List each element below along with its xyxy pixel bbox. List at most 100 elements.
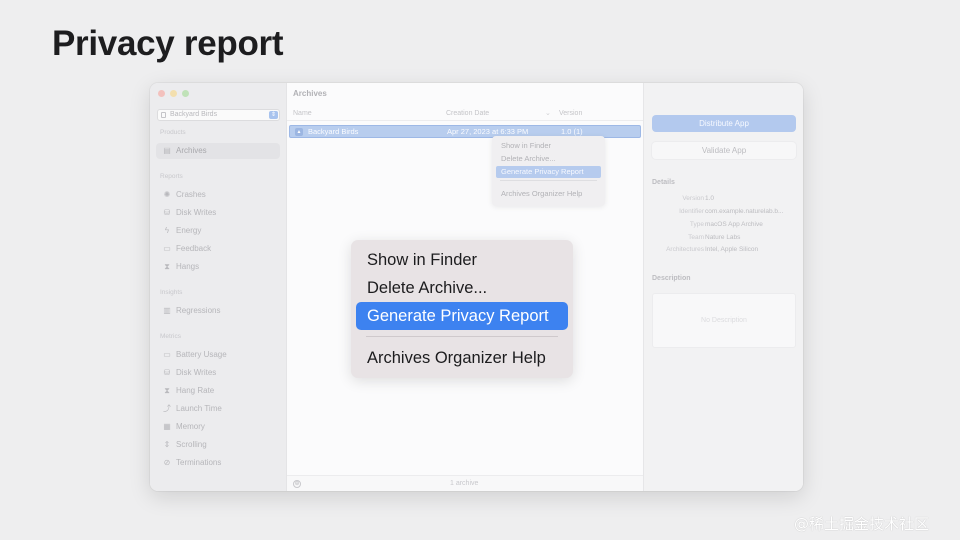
battery-icon: ▭ — [163, 350, 171, 359]
slide-title: Privacy report — [52, 24, 284, 63]
description-field[interactable]: No Description — [652, 293, 796, 348]
sidebar-item-regressions[interactable]: ▥ Regressions — [156, 303, 280, 319]
sidebar-item-label: Disk Writes — [176, 208, 217, 217]
pane-title: Archives — [293, 89, 327, 98]
detail-value: macOS App Archive — [705, 221, 763, 228]
disk-icon: ⛁ — [163, 208, 171, 217]
menu-item-generate-privacy-report[interactable]: Generate Privacy Report — [356, 302, 568, 330]
menu-item-delete-archive[interactable]: Delete Archive... — [356, 274, 568, 302]
sidebar-item-memory[interactable]: ▦ Memory — [156, 419, 280, 435]
menu-item-delete-archive[interactable]: Delete Archive... — [496, 153, 601, 165]
menu-item-show-in-finder[interactable]: Show in Finder — [356, 246, 568, 274]
sidebar-item-label: Disk Writes — [176, 368, 217, 377]
sidebar-item-label: Battery Usage — [176, 350, 227, 359]
archive-count: 1 archive — [450, 480, 479, 487]
detail-value: Nature Labs — [705, 234, 741, 241]
sidebar-item-feedback[interactable]: ▭ Feedback — [156, 241, 280, 257]
minimize-window-button[interactable] — [170, 90, 177, 97]
detail-key: Version — [682, 195, 704, 202]
sidebar-item-archives[interactable]: ▤ Archives — [156, 143, 280, 159]
sidebar: Backyard Birds ⇕ Products ▤ Archives Rep… — [150, 83, 287, 491]
sidebar-item-label: Memory — [176, 422, 205, 431]
chart-icon: ▥ — [163, 306, 171, 315]
sidebar-section-header: Metrics — [160, 333, 181, 340]
validate-app-button[interactable]: Validate App — [652, 142, 796, 159]
sidebar-item-crashes[interactable]: ✺ Crashes — [156, 187, 280, 203]
description-placeholder: No Description — [701, 317, 747, 324]
detail-value: com.example.naturelab.b... — [705, 208, 784, 215]
status-bar: ⊕ 1 archive — [287, 475, 643, 491]
filter-icon[interactable]: ⊕ — [293, 480, 301, 488]
detail-row: Type macOS App Archive — [644, 221, 803, 231]
sidebar-item-label: Hang Rate — [176, 386, 215, 395]
row-name: Backyard Birds — [308, 127, 359, 136]
row-date: Apr 27, 2023 at 6:33 PM — [447, 127, 529, 136]
sidebar-item-terminations[interactable]: ⊘ Terminations — [156, 455, 280, 471]
column-header-creation-date[interactable]: Creation Date — [446, 110, 489, 117]
hourglass-icon: ⧗ — [164, 262, 170, 271]
detail-row: Identifier com.example.naturelab.b... — [644, 208, 803, 218]
column-header-name[interactable]: Name — [293, 110, 312, 117]
sidebar-item-label: Crashes — [176, 190, 206, 199]
zoom-window-button[interactable] — [182, 90, 189, 97]
detail-key: Type — [689, 221, 704, 228]
column-header-version[interactable]: Version — [559, 110, 582, 117]
termination-icon: ⊘ — [163, 458, 171, 467]
app-scheme-icon — [161, 112, 166, 118]
sidebar-item-energy[interactable]: ϟ Energy — [156, 223, 280, 239]
scheme-selector[interactable]: Backyard Birds ⇕ — [157, 109, 280, 121]
scheme-label: Backyard Birds — [170, 111, 218, 118]
detail-value: 1.0 — [705, 195, 715, 202]
details-header: Details — [652, 179, 675, 186]
sidebar-item-label: Launch Time — [176, 404, 222, 413]
feedback-icon: ▭ — [163, 244, 171, 253]
detail-row: Team Nature Labs — [644, 234, 803, 244]
sidebar-item-label: Feedback — [176, 244, 212, 253]
sidebar-item-launch-time[interactable]: ⤴ Launch Time — [156, 401, 280, 417]
sidebar-section-header: Reports — [160, 173, 183, 180]
detail-key: Identifier — [679, 208, 704, 215]
disk-icon: ⛁ — [163, 368, 171, 377]
sidebar-item-label: Scrolling — [176, 440, 207, 449]
close-window-button[interactable] — [158, 90, 165, 97]
sidebar-item-disk-writes[interactable]: ⛁ Disk Writes — [156, 205, 280, 221]
description-header: Description — [652, 275, 691, 282]
inspector-pane: Distribute App Validate App Details Vers… — [643, 83, 803, 491]
sidebar-item-label: Energy — [176, 226, 202, 235]
detail-row: Version 1.0 — [644, 195, 803, 205]
detail-row: Architectures Intel, Apple Silicon — [644, 246, 803, 256]
row-version: 1.0 (1) — [561, 127, 583, 136]
menu-item-generate-privacy-report[interactable]: Generate Privacy Report — [496, 166, 601, 178]
menu-item-show-in-finder[interactable]: Show in Finder — [496, 140, 601, 152]
sidebar-item-label: Hangs — [176, 262, 200, 271]
sidebar-item-hang-rate[interactable]: ⧗ Hang Rate — [156, 383, 280, 399]
context-menu-zoomed: Show in Finder Delete Archive... Generat… — [351, 240, 573, 378]
detail-key: Architectures — [666, 246, 704, 253]
sidebar-item-label: Archives — [176, 146, 207, 155]
sidebar-item-hangs[interactable]: ⧗ Hangs — [156, 259, 280, 275]
watermark: @稀土掘金技术社区 — [794, 515, 930, 533]
sidebar-item-scrolling[interactable]: ⇕ Scrolling — [156, 437, 280, 453]
chevron-down-icon: ⌄ — [545, 110, 551, 117]
sidebar-item-label: Terminations — [176, 458, 222, 467]
sidebar-item-label: Regressions — [176, 306, 221, 315]
distribute-app-button[interactable]: Distribute App — [652, 115, 796, 132]
header-divider — [287, 120, 643, 121]
detail-value: Intel, Apple Silicon — [705, 246, 759, 253]
scroll-icon: ⇕ — [163, 440, 171, 449]
menu-item-organizer-help[interactable]: Archives Organizer Help — [496, 188, 601, 200]
energy-icon: ϟ — [164, 226, 170, 235]
detail-key: Team — [688, 234, 704, 241]
sidebar-item-disk-writes-metric[interactable]: ⛁ Disk Writes — [156, 365, 280, 381]
menu-separator — [500, 180, 597, 181]
memory-icon: ▦ — [163, 422, 171, 431]
chevron-updown-icon: ⇕ — [269, 111, 278, 119]
hang-rate-icon: ⧗ — [164, 386, 170, 395]
window-controls — [158, 90, 189, 97]
sidebar-item-battery-usage[interactable]: ▭ Battery Usage — [156, 347, 280, 363]
archive-icon: ▤ — [163, 146, 171, 155]
launch-icon: ⤴ — [163, 404, 171, 413]
menu-separator — [366, 336, 558, 337]
menu-item-organizer-help[interactable]: Archives Organizer Help — [356, 344, 568, 372]
app-icon: ▲ — [295, 128, 303, 136]
